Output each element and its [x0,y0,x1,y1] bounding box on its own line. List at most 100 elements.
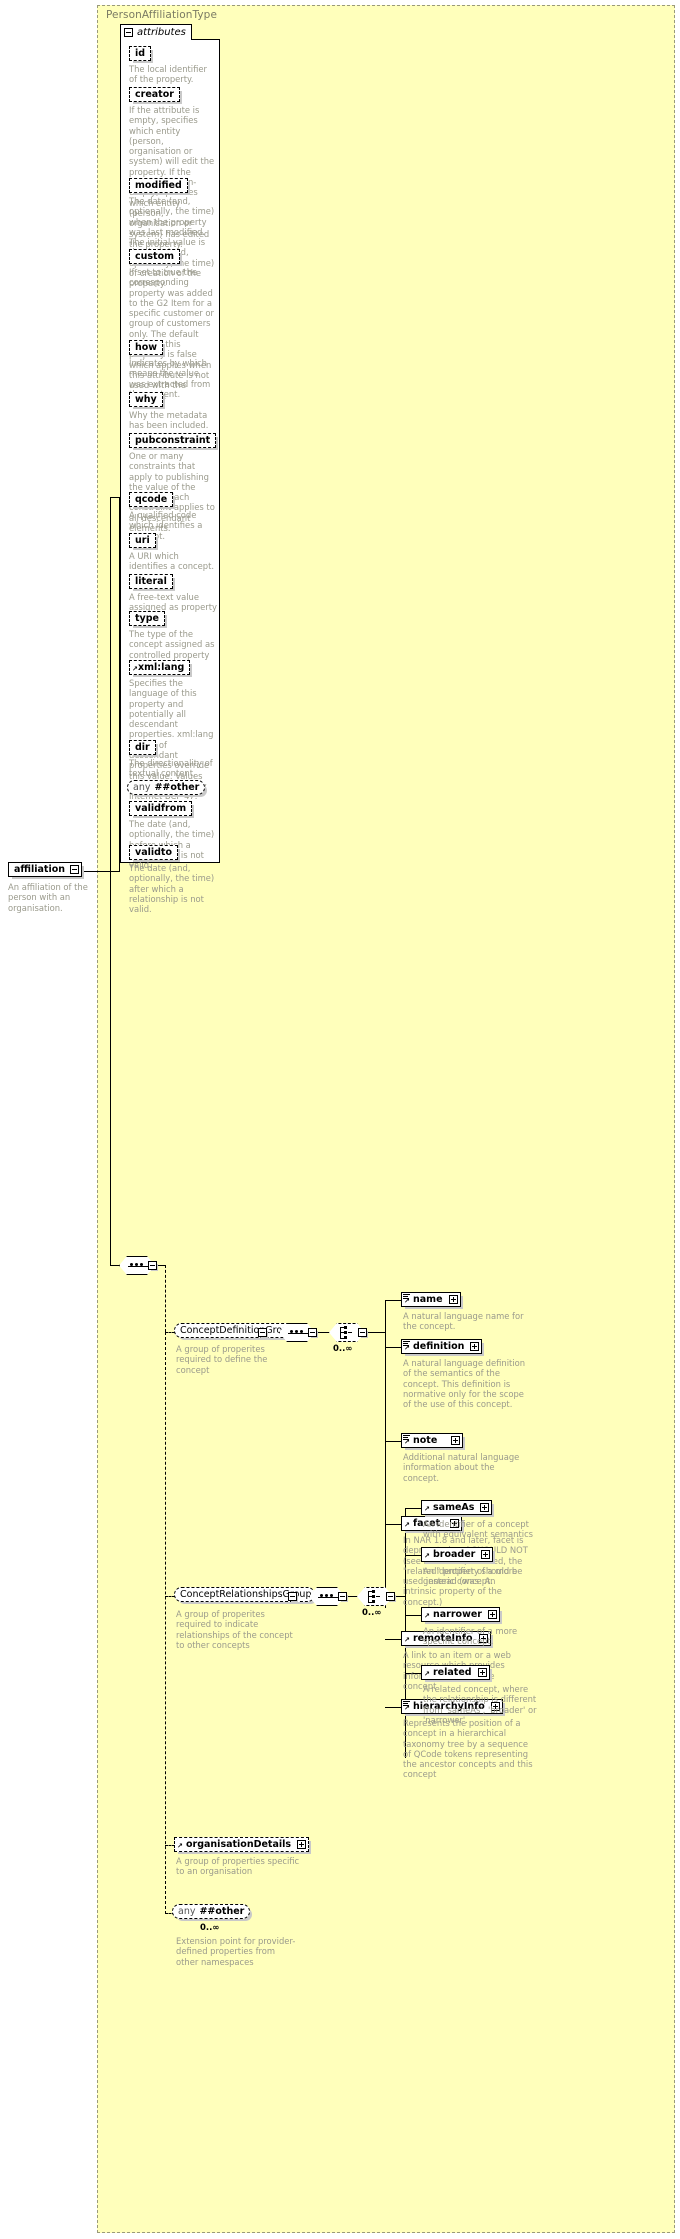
attribute-literal[interactable]: literal [129,574,173,589]
attribute-why[interactable]: why [129,392,163,407]
expand-icon[interactable] [297,1840,307,1849]
attribute-how[interactable]: how [129,340,164,355]
element-broader[interactable]: ↗ broader [421,1547,494,1562]
sequence-collapse-icon[interactable] [148,1261,157,1270]
reference-arrow-icon: ↗ [424,1505,430,1513]
element-label: definition [413,1341,465,1352]
attribute-creator[interactable]: creator [129,87,180,102]
expand-icon[interactable] [470,1342,480,1351]
element-any-other-annotation: Extension point for provider-defined pro… [176,1936,296,1967]
connector [385,1707,402,1708]
connector [385,1639,402,1640]
element-name-annotation: A natural language name for the concept. [403,1311,524,1332]
attribute-name: why [135,394,157,405]
attribute-type[interactable]: type [129,611,165,626]
element-label: organisationDetails [186,1839,292,1850]
reference-arrow-icon: ↗ [404,1521,410,1529]
attribute-name: dir [135,742,150,753]
element-label: note [413,1435,438,1446]
any-keyword: any [133,782,151,793]
collapse-icon[interactable] [70,865,80,874]
expand-icon[interactable] [477,1668,487,1677]
attribute-name: modified [135,180,182,191]
connector [385,1441,402,1442]
element-label: name [413,1294,443,1305]
attribute-name: validfrom [135,803,187,814]
attributes-label: attributes [137,27,186,38]
attribute-dir[interactable]: dir [129,740,156,755]
connector [348,1596,358,1597]
reference-arrow-icon: ↗ [404,1297,410,1305]
attribute-xml-lang[interactable]: ↗ xml:lang [129,660,191,675]
attribute-uri[interactable]: uri [129,533,156,548]
any-keyword: any [178,1906,196,1917]
element-related-annotation: A related concept, where the relationshi… [423,1684,537,1725]
sequence-collapse-icon[interactable] [338,1592,347,1601]
attribute-validfrom[interactable]: validfrom [129,801,193,816]
sequence-dots-icon [320,1594,333,1597]
group-concept-definition-annotation: A group of properites required to define… [176,1344,268,1375]
reference-arrow-icon: ↗ [424,1552,430,1560]
element-narrower-annotation: An identifier of a more specific concept… [423,1626,518,1647]
attribute-name: how [135,342,158,353]
reference-arrow-icon: ↗ [177,1842,183,1850]
connector [110,497,120,498]
connector [385,1524,402,1525]
sequence-dots-icon [130,1263,143,1266]
choice-collapse-icon[interactable] [386,1592,395,1601]
attribute-name: uri [135,535,150,546]
choice-icon [367,1590,381,1603]
attribute-name: pubconstraint [135,435,211,446]
element-sameas[interactable]: ↗ sameAs [421,1500,493,1515]
expand-icon[interactable] [451,1436,461,1445]
expand-icon[interactable] [480,1503,490,1512]
attribute-name: type [135,613,159,624]
attribute-name: id [135,48,146,59]
connector [110,497,111,1266]
expand-icon[interactable] [487,1610,497,1619]
element-related[interactable]: ↗ related [421,1665,490,1680]
reference-arrow-icon: ↗ [404,1438,410,1446]
group-collapse-icon[interactable] [258,1328,267,1337]
tab-seam [121,38,167,41]
connector [385,1347,402,1348]
attribute-modified[interactable]: modified [129,178,188,193]
expand-icon[interactable] [448,1295,458,1304]
element-affiliation-annotation: An affiliation of the person with an org… [8,882,88,913]
attribute-pubconstraint[interactable]: pubconstraint [129,433,217,448]
attribute-id[interactable]: id [129,46,152,61]
attribute-qcode[interactable]: qcode [129,492,174,507]
reference-arrow-icon: ↗ [424,1670,430,1678]
reference-arrow-icon: ↗ [404,1636,410,1644]
attribute-name: creator [135,89,174,100]
attribute-validto-annotation: The date (and, optionally, the time) aft… [129,863,215,915]
attribute-any-other[interactable]: any ##other [127,780,206,795]
element-organisationdetails[interactable]: ↗ organisationDetails [174,1837,310,1852]
collapse-icon[interactable] [124,28,133,37]
group-concept-definition[interactable]: ConceptDefinitionGroup [174,1323,299,1338]
element-definition[interactable]: ↗ definition [401,1339,483,1354]
group-concept-relationships-annotation: A group of properites required to indica… [176,1609,293,1650]
connector [405,1508,422,1509]
attribute-validto[interactable]: validto [129,845,178,860]
occurrence-indicator: 0..∞ [333,1344,353,1354]
attribute-custom[interactable]: custom [129,249,181,264]
element-hierarchyinfo-annotation: Represents the position of a concept in … [403,1718,533,1780]
choice-icon [339,1326,353,1339]
reference-arrow-icon: ↗ [132,665,138,673]
group-collapse-icon[interactable] [288,1592,297,1601]
element-any-other[interactable]: any ##other [172,1904,251,1919]
any-namespace: ##other [154,782,200,793]
attribute-dir-annotation: The directionality of textual content. [129,758,213,779]
group-name: ConceptDefinitionGroup [180,1325,295,1336]
choice-collapse-icon[interactable] [358,1328,367,1337]
element-label: sameAs [433,1502,475,1513]
element-name[interactable]: ↗ name [401,1292,461,1307]
reference-arrow-icon: ↗ [404,1344,410,1352]
occurrence-indicator: 0..∞ [200,1923,220,1933]
element-note[interactable]: ↗ note [401,1433,464,1448]
sequence-collapse-icon[interactable] [308,1328,317,1337]
element-affiliation[interactable]: affiliation [8,862,83,877]
element-narrower[interactable]: ↗ narrower [421,1607,500,1622]
expand-icon[interactable] [481,1550,491,1559]
